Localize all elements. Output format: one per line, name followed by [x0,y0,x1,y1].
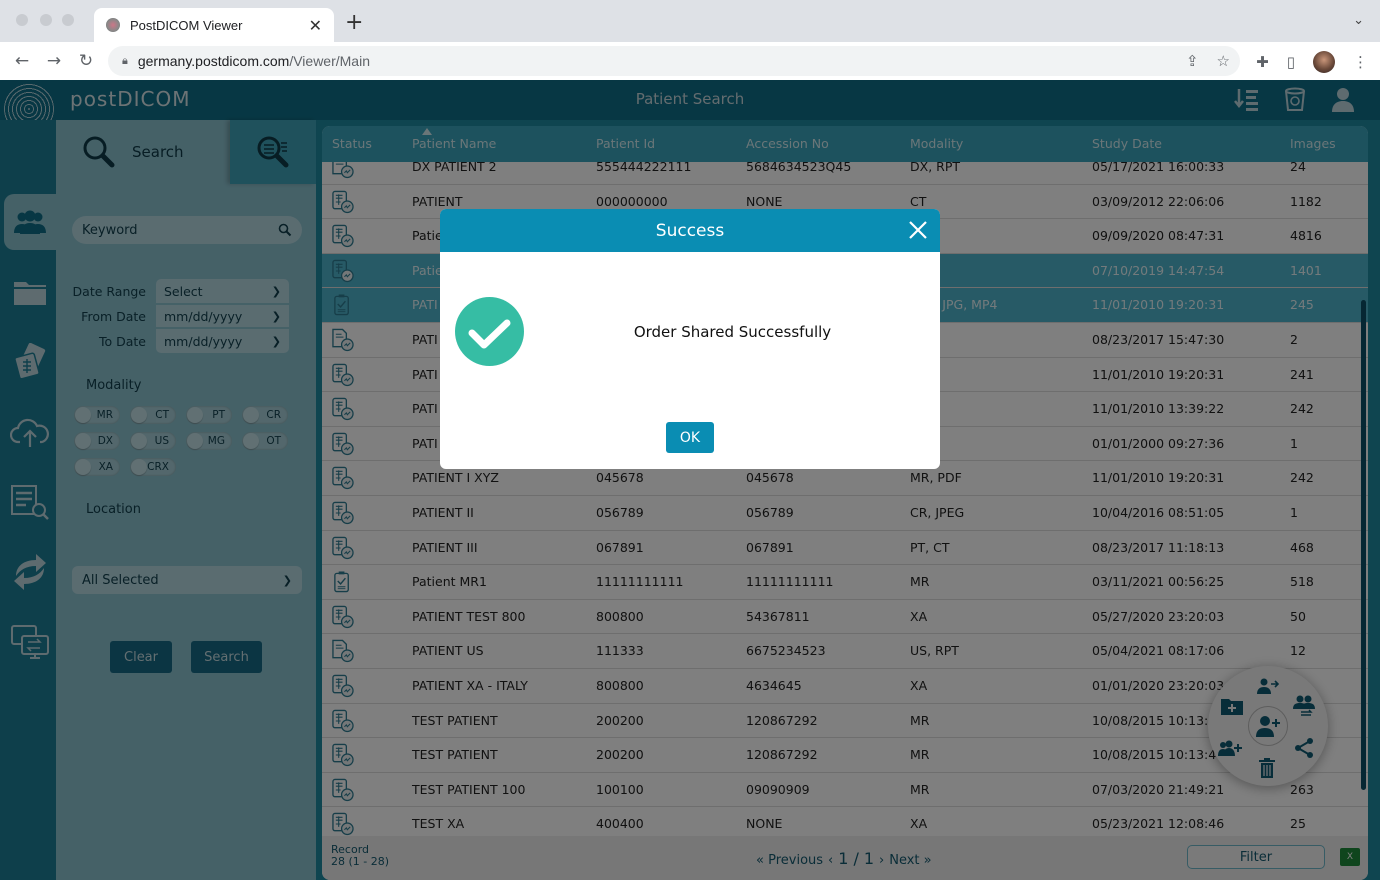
dialog-title: Success [655,220,725,241]
window-close-dot[interactable] [16,14,28,26]
favicon-icon [106,18,120,32]
tab-list-chevron-icon[interactable]: ⌄ [1353,13,1364,28]
success-check-icon [455,297,524,366]
url-text: germany.postdicom.com/Viewer/Main [137,53,370,69]
modal-overlay[interactable] [0,80,1380,880]
browser-tab[interactable]: PostDICOM Viewer ✕ [94,8,334,42]
browser-tabstrip: PostDICOM Viewer ✕ + ⌄ [0,0,1380,42]
close-icon[interactable] [906,218,930,242]
new-tab-icon[interactable]: + [345,10,363,35]
reload-icon[interactable]: ↻ [70,51,102,71]
dialog-header: Success [440,209,940,252]
extensions-icon[interactable]: ✚ [1256,53,1269,71]
back-icon[interactable]: ← [6,51,38,71]
browser-menu-icon[interactable]: ⋮ [1353,53,1368,71]
share-page-icon[interactable]: ⇪ [1186,52,1199,70]
dialog-message: Order Shared Successfully [633,323,832,341]
bookmark-star-icon[interactable]: ☆ [1217,52,1230,70]
address-bar[interactable]: 🔒︎ germany.postdicom.com/Viewer/Main ⇪ ☆ [108,46,1240,76]
forward-icon[interactable]: → [38,51,70,71]
tab-close-icon[interactable]: ✕ [309,16,322,35]
browser-toolbar: ← → ↻ 🔒︎ germany.postdicom.com/Viewer/Ma… [0,42,1380,80]
window-minimize-dot[interactable] [40,14,52,26]
side-panel-icon[interactable]: ▯ [1287,53,1295,71]
lock-icon: 🔒︎ [122,54,128,67]
ok-button[interactable]: OK [666,422,714,453]
window-maximize-dot[interactable] [62,14,74,26]
success-dialog: Success Order Shared Successfully OK [440,209,940,469]
profile-avatar[interactable] [1313,51,1335,73]
tab-title: PostDICOM Viewer [130,17,243,33]
